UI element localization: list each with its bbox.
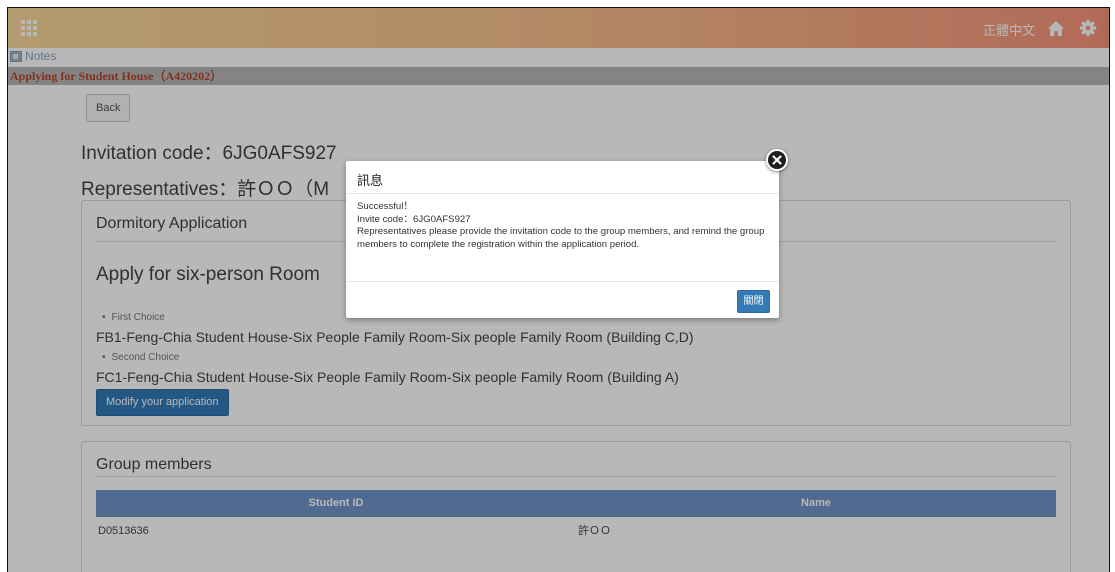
divider — [346, 281, 779, 282]
message-dialog: 訊息 Successful！ Invite code：6JG0AFS927 Re… — [346, 161, 779, 318]
dialog-invite-code-line: Invite code：6JG0AFS927 — [357, 213, 471, 225]
dialog-close-button[interactable]: 關閉 — [737, 290, 770, 313]
dialog-instructions: Representatives please provide the invit… — [357, 226, 765, 250]
close-icon[interactable] — [766, 149, 788, 171]
dialog-body: Successful！ Invite code：6JG0AFS927 Repre… — [357, 201, 769, 251]
app-frame: 正體中文 Notes Applying for Student House（A4… — [7, 7, 1110, 572]
dialog-title: 訊息 — [357, 174, 384, 189]
divider — [346, 193, 779, 194]
dialog-status-line: Successful！ — [357, 201, 413, 212]
